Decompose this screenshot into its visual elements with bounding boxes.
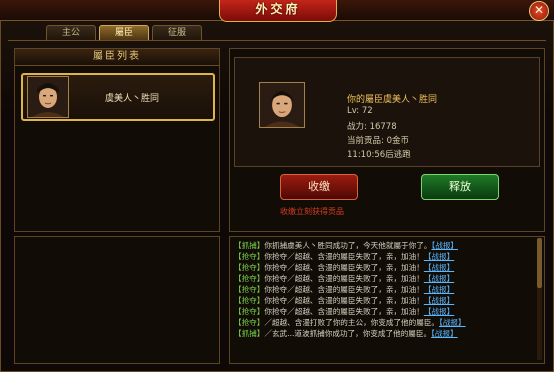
log-line: 【抢夺】你抢夺／超越、含漫的屬臣失败了，亲，加油！【战报】 [234,295,540,306]
log-line: 【抢夺】／超越、含漫打败了你的主公，你变成了他的屬臣。【战报】 [234,317,540,328]
log-tag: 【抢夺】 [234,252,265,261]
detail-title: 你的屬臣虞美人丶胜同 [347,95,438,105]
log-text: 你抢夺／超越、含漫的屬臣失败了，亲，加油！ [264,285,424,294]
log-line: 【抢夺】你抢夺／超越、含漫的屬臣失败了，亲，加油！【战报】 [234,306,540,317]
detail-avatar [259,82,305,128]
servant-name: 虞美人丶胜同 [105,94,160,104]
empty-panel [14,236,220,364]
close-button[interactable]: ✕ [529,1,549,21]
log-line: 【抢夺】你抢夺／超越、含漫的屬臣失败了，亲，加油！【战报】 [234,251,540,262]
servant-list-panel: 屬臣列表 虞美人丶胜同 [14,48,220,232]
log-tag: 【抢夺】 [234,274,265,283]
tab-bar: 主公 屬臣 征服 [46,25,202,41]
battle-report-link[interactable]: 【战报】 [439,318,466,327]
log-tag: 【抓捕】 [234,241,265,250]
servant-avatar [27,76,69,118]
log-tag: 【抢夺】 [234,307,265,316]
servant-detail-panel: 你的屬臣虞美人丶胜同 Lv: 72 战力: 16778 当前贡品: 0金币 11… [229,48,545,232]
battle-report-link[interactable]: 【战报】 [424,274,454,283]
log-line: 【抢夺】你抢夺／超越、含漫的屬臣失败了，亲，加油！【战报】 [234,262,540,273]
battle-report-link[interactable]: 【战报】 [431,329,458,338]
log-text: 你抢夺／超越、含漫的屬臣失败了，亲，加油！ [264,307,424,316]
battle-report-link[interactable]: 【战报】 [424,263,454,272]
battle-report-link[interactable]: 【战报】 [424,296,454,305]
tab-conquer[interactable]: 征服 [152,25,202,41]
log-text: ／玄武...道波抓捕你成功了，你变成了他的屬臣。 [264,329,432,338]
detail-tribute: 当前贡品: 0金币 [347,136,409,146]
avatar-portrait-icon [260,83,304,127]
tab-divider [8,40,546,41]
log-text: 你抢夺／超越、含漫的屬臣失败了，亲，加油！ [264,252,424,261]
detail-level: Lv: 72 [347,106,373,116]
avatar-portrait-icon [28,77,68,117]
log-line: 【抓捕】你抓捕虞美人丶胜同成功了，今天他就屬于你了。【战报】 [234,240,540,251]
log-text: 你抢夺／超越、含漫的屬臣失败了，亲，加油！ [264,274,424,283]
servant-list-header: 屬臣列表 [15,49,219,66]
window-title: 外交府 [219,0,337,22]
battle-report-link[interactable]: 【战报】 [431,241,458,250]
log-tag: 【抢夺】 [234,263,265,272]
tab-lord[interactable]: 主公 [46,25,96,41]
log-text: 你抢夺／超越、含漫的屬臣失败了，亲，加油！ [264,296,424,305]
log-line: 【抢夺】你抢夺／超越、含漫的屬臣失败了，亲，加油！【战报】 [234,273,540,284]
log-tag: 【抢夺】 [234,285,265,294]
log-line: 【抓捕】／玄武...道波抓捕你成功了，你变成了他的屬臣。【战报】 [234,328,540,339]
collect-tribute-button[interactable]: 收缴 [280,174,358,200]
log-text: 你抓捕虞美人丶胜同成功了，今天他就屬于你了。 [264,241,432,250]
battle-log-panel: 【抓捕】你抓捕虞美人丶胜同成功了，今天他就屬于你了。【战报】 【抢夺】你抢夺／超… [229,236,545,364]
servant-list-item[interactable]: 虞美人丶胜同 [21,73,215,121]
log-scrollbar[interactable] [537,238,542,360]
log-text: ／超越、含漫打败了你的主公，你变成了他的屬臣。 [264,318,440,327]
battle-report-link[interactable]: 【战报】 [424,307,454,316]
tab-servants[interactable]: 屬臣 [99,25,149,41]
detail-power: 战力: 16778 [347,122,397,132]
log-tag: 【抓捕】 [234,329,265,338]
title-bar: 外交府 ✕ [0,0,554,22]
collect-hint: 收缴立刻获得贡品 [280,207,344,216]
log-scroll-thumb[interactable] [537,238,542,288]
log-tag: 【抢夺】 [234,318,265,327]
release-button[interactable]: 释放 [421,174,499,200]
log-line: 【抢夺】你抢夺／超越、含漫的屬臣失败了，亲，加油！【战报】 [234,284,540,295]
log-tag: 【抢夺】 [234,296,265,305]
battle-report-link[interactable]: 【战报】 [424,285,454,294]
log-text: 你抢夺／超越、含漫的屬臣失败了，亲，加油！ [264,263,424,272]
detail-escape-timer: 11:10:56后逃跑 [347,150,411,160]
battle-log: 【抓捕】你抓捕虞美人丶胜同成功了，今天他就屬于你了。【战报】 【抢夺】你抢夺／超… [234,240,540,339]
battle-report-link[interactable]: 【战报】 [424,252,454,261]
servant-detail-box: 你的屬臣虞美人丶胜同 Lv: 72 战力: 16778 当前贡品: 0金币 11… [234,57,540,167]
